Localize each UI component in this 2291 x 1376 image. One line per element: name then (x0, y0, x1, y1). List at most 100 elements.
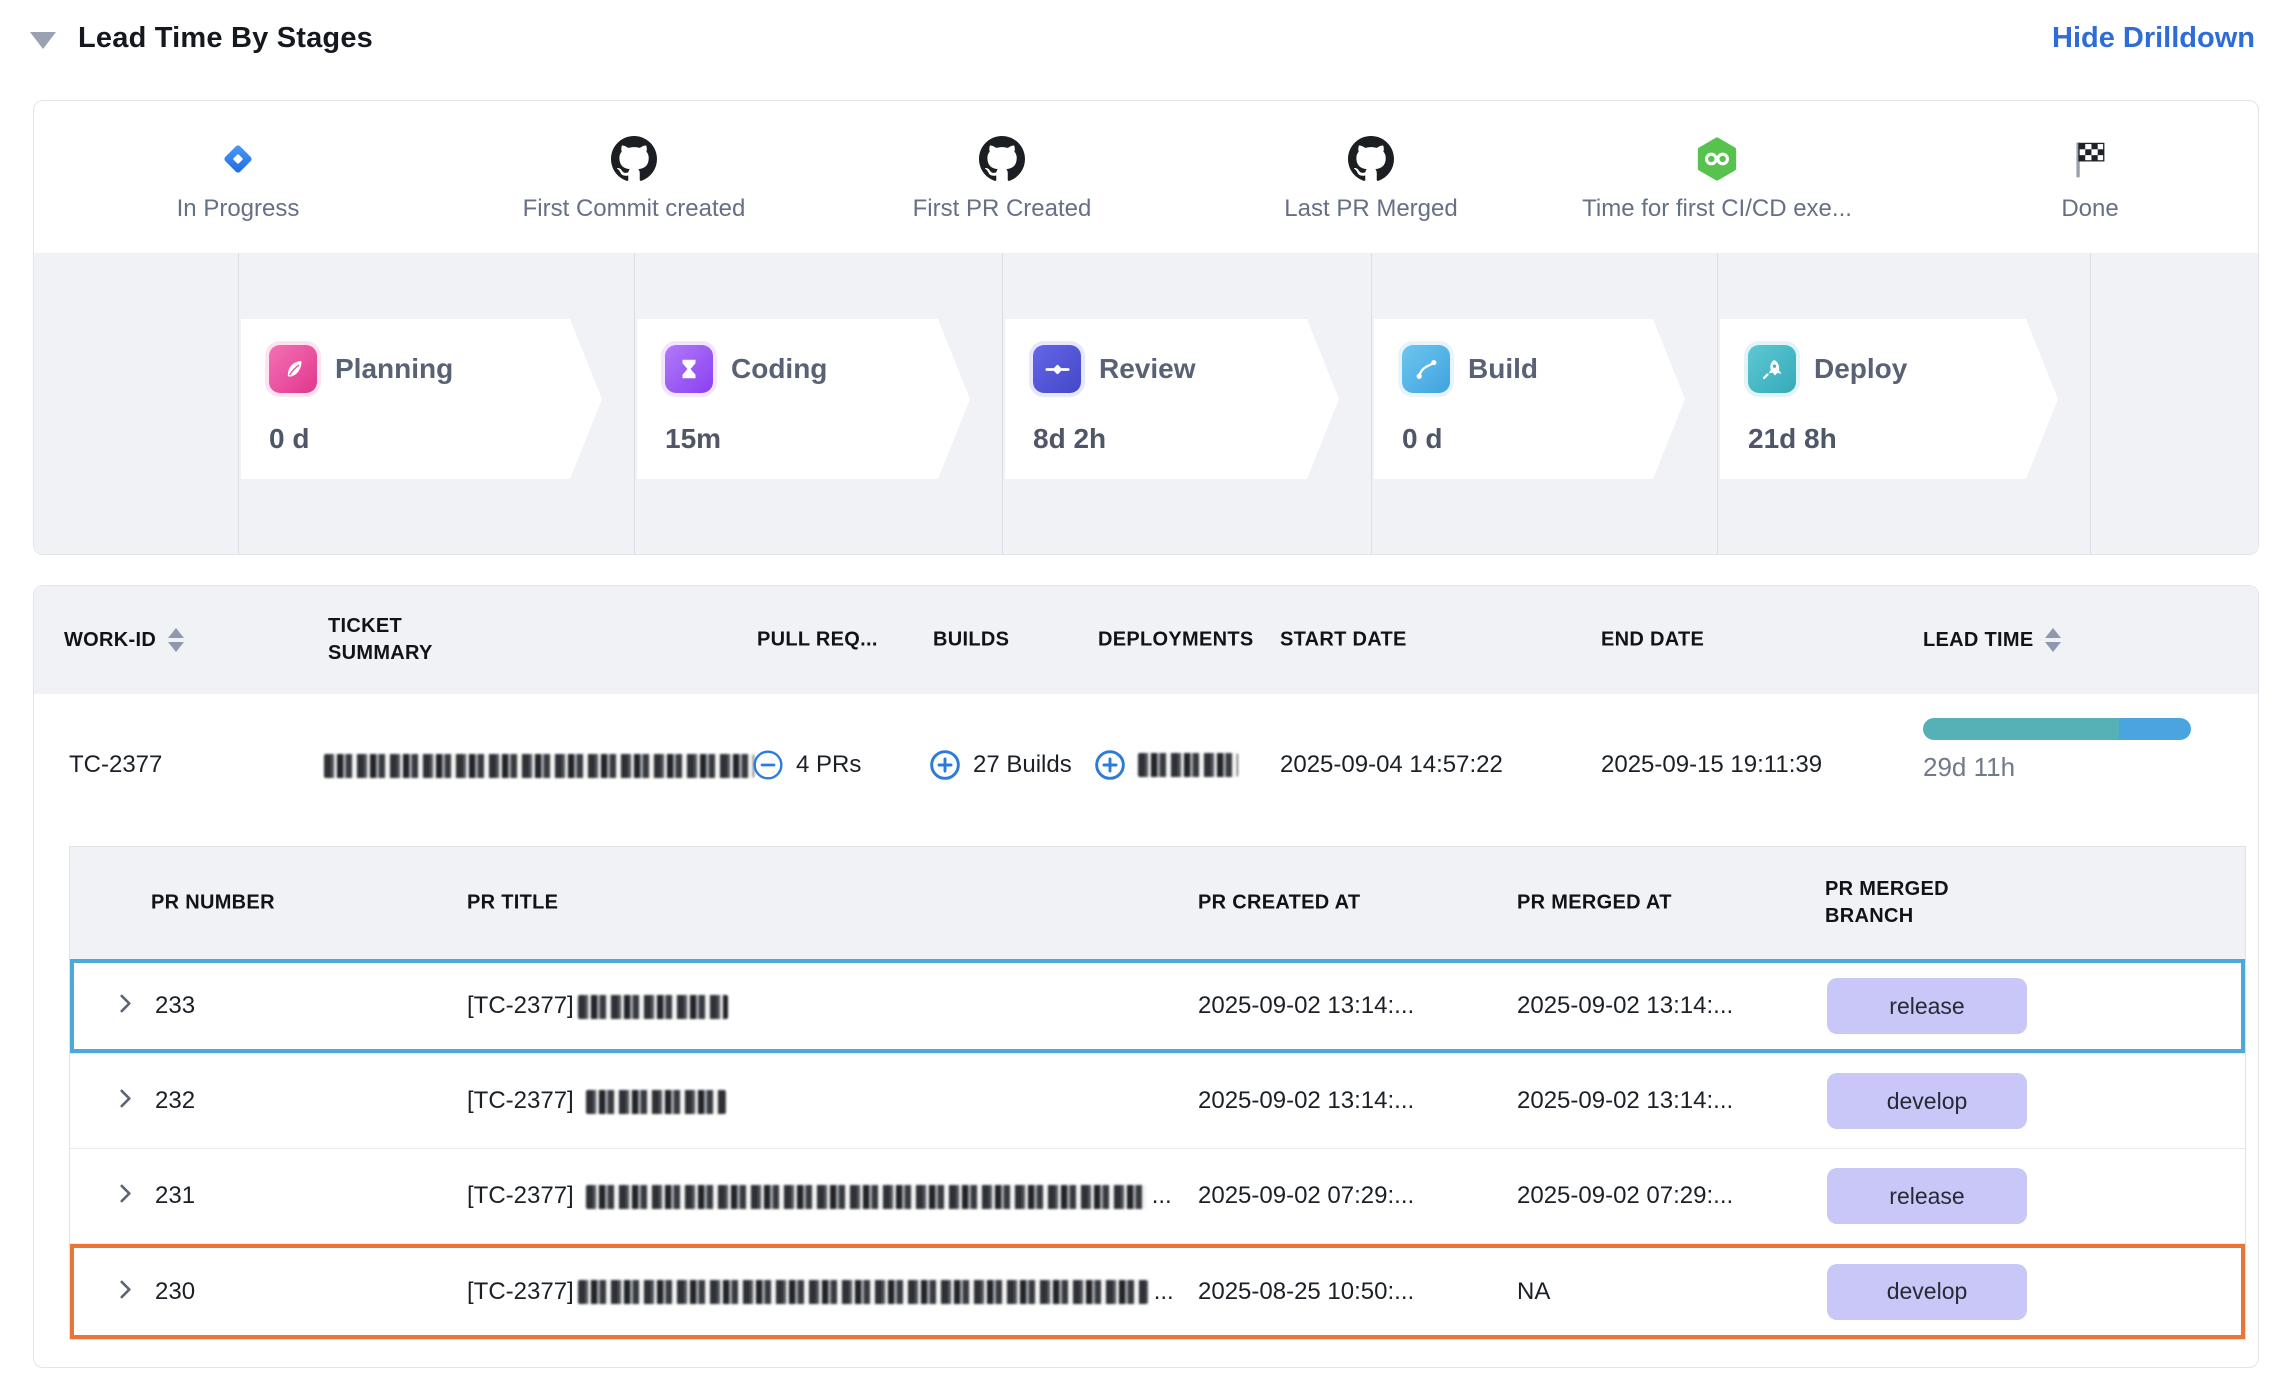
lead-time-bar (1923, 718, 2191, 740)
col-deployments: DEPLOYMENTS (1098, 629, 1254, 652)
hide-drilldown-link[interactable]: Hide Drilldown (2052, 22, 2255, 55)
redacted-text (578, 1280, 1148, 1304)
pr-row-233[interactable]: 233 [TC-2377] 2025-09-02 13:14:... 2025-… (70, 959, 2245, 1054)
redacted-text (578, 995, 728, 1019)
stage-card-build[interactable]: Build 0 d (1374, 319, 1685, 479)
sort-icon[interactable] (2045, 628, 2061, 652)
branch-badge: develop (1827, 1264, 2027, 1320)
col-lead-time[interactable]: LEAD TIME (1923, 628, 2061, 652)
divider (1717, 253, 1718, 554)
pr-title-ellipsis: ... (1152, 1182, 1172, 1209)
expand-circle-icon (929, 749, 961, 781)
branch-badge: release (1827, 978, 2027, 1034)
pr-number: 232 (155, 1087, 195, 1115)
coding-icon (665, 345, 713, 393)
pr-title-prefix: [TC-2377] (467, 1182, 574, 1209)
page-title: Lead Time By Stages (78, 22, 373, 55)
stages-panel: In Progress First Commit created First P… (33, 100, 2259, 555)
col-pr-merged-branch: PR MERGED BRANCH (1825, 876, 1995, 930)
chevron-right-icon[interactable] (112, 991, 138, 1022)
lead-time-bar-segment (1923, 718, 2119, 740)
deploy-icon (1748, 345, 1796, 393)
expand-circle-icon (1094, 749, 1126, 781)
pr-number: 230 (155, 1278, 195, 1306)
github-icon (802, 133, 1202, 185)
stage-duration: 21d 8h (1748, 423, 2058, 455)
sort-icon[interactable] (168, 628, 184, 652)
finish-flag-icon (1890, 133, 2290, 185)
pull-requests-cell[interactable]: 4 PRs (752, 749, 861, 781)
builds-cell[interactable]: 27 Builds (929, 749, 1072, 781)
stage-card-coding[interactable]: Coding 15m (637, 319, 970, 479)
pr-title: [TC-2377] (467, 1087, 726, 1115)
work-id: TC-2377 (69, 751, 162, 779)
chevron-right-icon[interactable] (112, 1276, 138, 1307)
chevron-right-icon[interactable] (112, 1086, 138, 1117)
planning-icon (269, 345, 317, 393)
redacted-text (586, 1185, 1146, 1209)
stage-duration: 8d 2h (1033, 423, 1339, 455)
col-label: WORK-ID (64, 629, 156, 652)
work-item-row: TC-2377 4 PRs 27 Builds 2025-09-04 14:57… (34, 694, 2258, 836)
divider (634, 253, 635, 554)
work-table-header: WORK-ID TICKET SUMMARY PULL REQ... BUILD… (34, 586, 2258, 694)
divider (2090, 253, 2091, 554)
milestone-first-commit: First Commit created (434, 133, 834, 223)
milestone-last-pr-merged: Last PR Merged (1171, 133, 1571, 223)
branch-badge: develop (1827, 1073, 2027, 1129)
divider (1002, 253, 1003, 554)
deployments-cell[interactable] (1094, 749, 1238, 781)
branch-badge: release (1827, 1168, 2027, 1224)
col-work-id[interactable]: WORK-ID (64, 628, 184, 652)
pr-row-231[interactable]: 231 [TC-2377]... 2025-09-02 07:29:... 20… (70, 1149, 2245, 1244)
lead-time-value: 29d 11h (1923, 752, 2015, 783)
col-start-date: START DATE (1280, 629, 1407, 652)
redacted-text (586, 1090, 726, 1114)
stage-card-planning[interactable]: Planning 0 d (241, 319, 602, 479)
start-date: 2025-09-04 14:57:22 (1280, 751, 1503, 779)
pr-title-ellipsis: ... (1154, 1278, 1174, 1305)
pr-row-230[interactable]: 230 [TC-2377]... 2025-08-25 10:50:... NA… (70, 1244, 2245, 1339)
divider (1371, 253, 1372, 554)
pr-created-at: 2025-09-02 13:14:... (1198, 1087, 1414, 1115)
stage-card-deploy[interactable]: Deploy 21d 8h (1720, 319, 2058, 479)
pr-merged-at: 2025-09-02 13:14:... (1517, 1087, 1733, 1115)
github-icon (1171, 133, 1571, 185)
col-pr-title: PR TITLE (467, 892, 558, 915)
stage-duration: 15m (665, 423, 970, 455)
section-header: Lead Time By Stages Hide Drilldown (30, 12, 2255, 64)
work-table-panel: WORK-ID TICKET SUMMARY PULL REQ... BUILD… (33, 585, 2259, 1368)
pr-created-at: 2025-09-02 13:14:... (1198, 992, 1414, 1020)
milestone-done: Done (1890, 133, 2290, 223)
pr-created-at: 2025-08-25 10:50:... (1198, 1278, 1414, 1306)
stage-name: Review (1099, 353, 1196, 385)
chevron-right-icon[interactable] (112, 1181, 138, 1212)
col-pr-merged-at: PR MERGED AT (1517, 892, 1672, 915)
col-pr-number: PR NUMBER (151, 892, 275, 915)
stage-name: Deploy (1814, 353, 1907, 385)
col-label: LEAD TIME (1923, 629, 2033, 652)
milestone-label: First Commit created (434, 195, 834, 223)
col-builds: BUILDS (933, 629, 1009, 652)
pr-row-232[interactable]: 232 [TC-2377] 2025-09-02 13:14:... 2025-… (70, 1054, 2245, 1149)
milestone-first-pr: First PR Created (802, 133, 1202, 223)
pr-merged-at: 2025-09-02 13:14:... (1517, 992, 1733, 1020)
redacted-text (324, 754, 754, 778)
stage-duration: 0 d (269, 423, 602, 455)
lead-time-bar-segment (2119, 718, 2191, 740)
lead-time-dashboard: Lead Time By Stages Hide Drilldown In Pr… (0, 0, 2291, 1376)
divider (238, 253, 239, 554)
pr-number: 233 (155, 992, 195, 1020)
milestone-label: Last PR Merged (1171, 195, 1571, 223)
milestone-label: In Progress (38, 195, 438, 223)
collapse-caret-icon[interactable] (30, 32, 56, 49)
pr-title-prefix: [TC-2377] (467, 992, 574, 1019)
stage-name: Build (1468, 353, 1538, 385)
github-icon (434, 133, 834, 185)
col-pull-requests: PULL REQ... (757, 629, 878, 652)
end-date: 2025-09-15 19:11:39 (1601, 751, 1822, 779)
pr-number: 231 (155, 1182, 195, 1210)
stage-name: Coding (731, 353, 827, 385)
stage-name: Planning (335, 353, 453, 385)
stage-card-review[interactable]: Review 8d 2h (1005, 319, 1339, 479)
